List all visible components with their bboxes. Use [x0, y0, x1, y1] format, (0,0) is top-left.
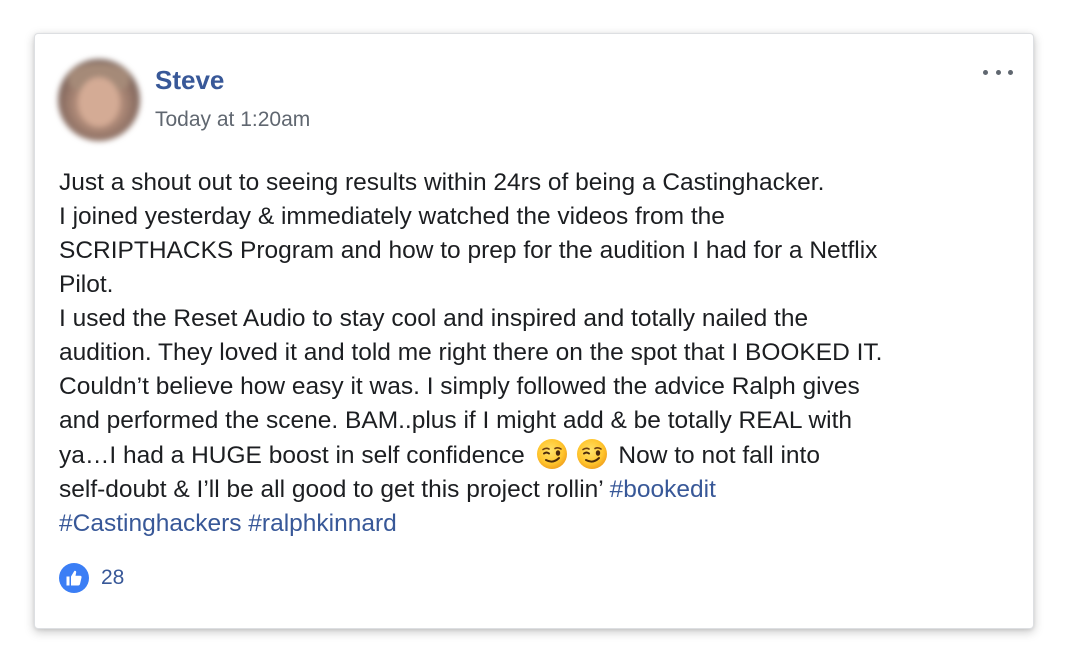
hashtag-link[interactable]: #bookedit	[610, 476, 716, 503]
post-text-line: self-doubt & I’ll be all good to get thi…	[59, 473, 1019, 507]
post-text-line: ya…I had a HUGE boost in self confidence	[59, 438, 1019, 473]
post-timestamp[interactable]: Today at 1:20am	[155, 108, 310, 132]
like-thumbs-up-icon	[59, 563, 89, 593]
post-card: Steve Today at 1:20am Just a shout out t…	[34, 33, 1034, 629]
like-count: 28	[101, 566, 125, 589]
author-name[interactable]: Steve	[155, 65, 224, 96]
post-text-line: and performed the scene. BAM..plus if I …	[59, 407, 853, 434]
post-text-line: I joined yesterday & immediately watched…	[59, 203, 725, 230]
post-text-segment: ya…I had a HUGE boost in self confidence	[59, 442, 525, 469]
post-text-segment: self-doubt & I’ll be all good to get thi…	[59, 476, 603, 503]
post-text-line: Couldn’t believe how easy it was. I simp…	[59, 373, 860, 400]
post-text-line: #Castinghackers #ralphkinnard	[59, 507, 1019, 541]
hashtag-link[interactable]: #Castinghackers	[59, 510, 241, 537]
author-avatar[interactable]	[58, 59, 140, 141]
winking-face-emoji-icon	[576, 439, 607, 469]
winking-face-emoji-icon	[536, 439, 567, 469]
post-text-line: SCRIPTHACKS Program and how to prep for …	[59, 237, 878, 264]
post-text-line: Just a shout out to seeing results withi…	[59, 169, 825, 196]
hashtag-link[interactable]: #ralphkinnard	[248, 510, 396, 537]
post-text: Just a shout out to seeing results withi…	[59, 166, 1019, 541]
reactions-summary[interactable]: 28	[59, 563, 124, 593]
post-text-segment: Now to not fall into	[618, 442, 820, 469]
post-text-line: audition. They loved it and told me righ…	[59, 339, 883, 366]
more-options-icon[interactable]	[983, 64, 1013, 80]
post-text-line: I used the Reset Audio to stay cool and …	[59, 305, 809, 332]
post-text-line: Pilot.	[59, 271, 114, 298]
